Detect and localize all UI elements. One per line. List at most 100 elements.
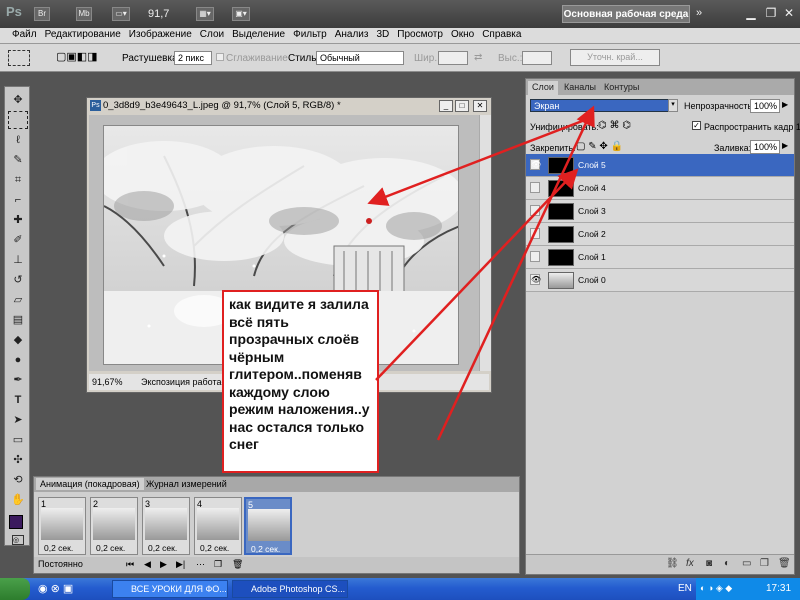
delete-frame-icon[interactable]: 🗑	[232, 559, 243, 570]
layer-row[interactable]: Слой 3	[526, 200, 794, 223]
visibility-toggle[interactable]	[530, 205, 540, 216]
menu-view[interactable]: Просмотр	[393, 28, 447, 43]
start-button[interactable]	[0, 578, 30, 600]
blend-mode-select[interactable]: Экран	[530, 99, 676, 112]
tab-layers[interactable]: Слои	[528, 81, 558, 95]
visibility-toggle[interactable]	[530, 251, 540, 262]
gradient-tool-icon[interactable]: ▤	[8, 311, 28, 329]
doc-close-icon[interactable]: ✕	[473, 100, 487, 112]
lock-icons[interactable]: ▢ ✎ ✥ 🔒	[576, 141, 623, 152]
move-tool-icon[interactable]: ✥	[8, 91, 28, 109]
menu-file[interactable]: Файл	[8, 28, 41, 43]
quick-select-tool-icon[interactable]: ✎	[8, 151, 28, 169]
quicklaunch-icons[interactable]: ◉ ⊗ ▣	[38, 582, 73, 595]
menu-image[interactable]: Изображение	[125, 28, 196, 43]
layer-style-icon[interactable]: fx	[686, 558, 694, 569]
pen-tool-icon[interactable]: ✒	[8, 371, 28, 389]
path-select-tool-icon[interactable]: ➤	[8, 411, 28, 429]
visibility-toggle[interactable]	[530, 228, 540, 239]
height-input[interactable]	[522, 51, 552, 65]
selection-mode-icons[interactable]: ▢▣◧◨	[56, 50, 98, 63]
opacity-input[interactable]: 100%	[750, 99, 780, 113]
frame-delay[interactable]: 0,2 сек.	[200, 543, 229, 553]
bridge-button[interactable]: Br	[34, 7, 50, 21]
menu-analysis[interactable]: Анализ	[331, 28, 373, 43]
blur-tool-icon[interactable]: ◆	[8, 331, 28, 349]
new-layer-icon[interactable]: ❐	[760, 558, 769, 569]
width-input[interactable]	[438, 51, 468, 65]
swap-icon[interactable]: ⇄	[474, 52, 482, 63]
shape-tool-icon[interactable]: ▭	[8, 431, 28, 449]
tab-animation[interactable]: Анимация (покадровая)	[36, 478, 144, 490]
close-icon[interactable]: ✕	[780, 6, 798, 22]
eraser-tool-icon[interactable]: ▱	[8, 291, 28, 309]
type-tool-icon[interactable]: T	[8, 391, 28, 409]
screen-mode-icon[interactable]: ▣▾	[232, 7, 250, 21]
style-select[interactable]: Обычный	[316, 51, 404, 65]
layer-row[interactable]: Слой 4	[526, 177, 794, 200]
menu-3d[interactable]: 3D	[372, 28, 393, 43]
arrange-documents-icon[interactable]: ▦▾	[196, 7, 214, 21]
menu-help[interactable]: Справка	[478, 28, 525, 43]
3d-rotate-tool-icon[interactable]: ✣	[8, 451, 28, 469]
delete-layer-icon[interactable]: 🗑	[778, 558, 791, 569]
3d-orbit-tool-icon[interactable]: ⟲	[8, 471, 28, 489]
refine-edge-button[interactable]: Уточн. край...	[570, 49, 660, 66]
blend-dropdown-icon[interactable]: ▾	[668, 99, 678, 112]
menu-edit[interactable]: Редактирование	[41, 28, 125, 43]
visibility-eye-icon[interactable]: 👁	[530, 274, 541, 285]
doc-status-text[interactable]: Экспозиция работает	[141, 374, 230, 390]
antialias-checkbox[interactable]	[216, 53, 224, 61]
doc-maximize-icon[interactable]: □	[455, 100, 469, 112]
animation-frame[interactable]: 4 0,2 сек.	[194, 497, 242, 555]
taskbar-item-browser[interactable]: ВСЕ УРОКИ ДЛЯ ФО...	[112, 580, 228, 598]
adjustment-layer-icon[interactable]: ◐	[724, 558, 730, 569]
tab-channels[interactable]: Каналы	[560, 81, 600, 95]
healing-tool-icon[interactable]: ✚	[8, 211, 28, 229]
brush-tool-icon[interactable]: ✐	[8, 231, 28, 249]
duplicate-frame-icon[interactable]: ❐	[214, 559, 222, 570]
animation-frame[interactable]: 2 0,2 сек.	[90, 497, 138, 555]
frame-delay[interactable]: 0,2 сек.	[96, 543, 125, 553]
view-extras-icon[interactable]: ▭▾	[112, 7, 130, 21]
hand-tool-icon[interactable]: ✋	[8, 491, 28, 509]
layer-row[interactable]: 👁 Слой 5	[526, 154, 794, 177]
link-layers-icon[interactable]: ⛓	[666, 558, 679, 569]
document-vertical-scrollbar[interactable]	[479, 115, 491, 371]
doc-zoom-readout[interactable]: 91,67%	[92, 374, 123, 390]
stamp-tool-icon[interactable]: ⊥	[8, 251, 28, 269]
marquee-tool-icon[interactable]	[8, 111, 28, 129]
prev-frame-icon[interactable]: ◀	[144, 559, 151, 570]
animation-frame[interactable]: 3 0,2 сек.	[142, 497, 190, 555]
first-frame-icon[interactable]: ⏮	[126, 559, 134, 570]
tab-measurement-log[interactable]: Журнал измерений	[142, 478, 231, 490]
layer-row[interactable]: 👁 Слой 0	[526, 269, 794, 292]
minibridge-button[interactable]: Mb	[76, 7, 92, 21]
language-indicator[interactable]: EN	[678, 583, 692, 594]
marquee-tool-icon[interactable]	[8, 50, 30, 66]
crop-tool-icon[interactable]: ⌗	[8, 171, 28, 189]
more-workspaces-icon[interactable]: »	[696, 7, 702, 19]
layer-row[interactable]: Слой 1	[526, 246, 794, 269]
minimize-icon[interactable]: ▁	[742, 6, 760, 22]
workspace-button[interactable]: Основная рабочая среда	[562, 5, 690, 23]
tab-paths[interactable]: Контуры	[600, 81, 643, 95]
visibility-toggle[interactable]	[530, 182, 540, 193]
doc-minimize-icon[interactable]: _	[439, 100, 453, 112]
tray-icons[interactable]: ◐ ◑ ◈ ◆	[700, 583, 732, 594]
unify-icons[interactable]: ⌬ ⌘ ⌬	[598, 120, 631, 131]
play-icon[interactable]: ▶	[160, 559, 167, 570]
frame-delay[interactable]: 0,2 сек.	[44, 543, 73, 553]
quick-mask-icon[interactable]: ◎	[12, 535, 24, 545]
loop-select[interactable]: Постоянно	[38, 559, 83, 569]
menu-select[interactable]: Выделение	[228, 28, 289, 43]
opacity-arrow-icon[interactable]: ▶	[782, 100, 788, 109]
foreground-color-swatch[interactable]	[9, 515, 23, 529]
add-mask-icon[interactable]: ◙	[706, 558, 712, 569]
feather-input[interactable]: 2 пикс	[174, 51, 212, 65]
new-group-icon[interactable]: ▭	[742, 558, 751, 569]
frame-delay[interactable]: 0,2 сек.	[148, 543, 177, 553]
menu-layer[interactable]: Слои	[196, 28, 228, 43]
tween-icon[interactable]: ⋯	[196, 559, 205, 570]
dodge-tool-icon[interactable]: ●	[8, 351, 28, 369]
